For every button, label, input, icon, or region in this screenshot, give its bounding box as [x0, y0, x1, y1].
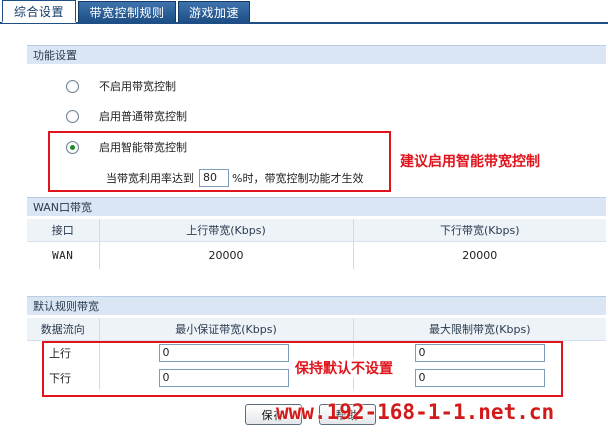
table-row: WAN 20000 20000	[27, 241, 606, 269]
col-direction: 数据流向	[27, 318, 100, 341]
site-watermark: www.192-168-1-1.net.cn	[276, 400, 555, 424]
option-label: 启用普通带宽控制	[99, 110, 187, 123]
tab-general-settings[interactable]: 综合设置	[2, 0, 76, 23]
option-disable-bandwidth-control[interactable]: 不启用带宽控制	[66, 78, 176, 94]
radio-normal[interactable]	[66, 109, 79, 123]
function-settings-header: 功能设置	[27, 45, 606, 64]
default-rules-header: 默认规则带宽	[27, 296, 606, 315]
tab-bar-underline	[0, 22, 608, 24]
option-normal-bandwidth-control[interactable]: 启用普通带宽控制	[66, 108, 187, 124]
radio-disable[interactable]	[66, 79, 79, 93]
col-max-bandwidth: 最大限制带宽(Kbps)	[353, 318, 606, 341]
annotation-box-smart	[48, 131, 391, 192]
annotation-default-note: 保持默认不设置	[294, 358, 394, 378]
annotation-smart-note: 建议启用智能带宽控制	[400, 154, 540, 170]
col-downstream: 下行带宽(Kbps)	[353, 219, 606, 242]
default-rules-title: 默认规则带宽	[33, 300, 99, 313]
option-label: 不启用带宽控制	[99, 80, 176, 93]
col-interface: 接口	[27, 219, 100, 242]
table-header-row: 接口 上行带宽(Kbps) 下行带宽(Kbps)	[27, 219, 606, 242]
wan-bandwidth-table: 接口 上行带宽(Kbps) 下行带宽(Kbps) WAN 20000 20000	[27, 219, 606, 269]
cell-interface: WAN	[27, 241, 100, 269]
function-settings-title: 功能设置	[33, 49, 77, 62]
wan-bandwidth-header: WAN口带宽	[27, 197, 606, 216]
cell-downstream: 20000	[353, 241, 606, 269]
col-upstream: 上行带宽(Kbps)	[99, 219, 354, 242]
tab-bandwidth-rules[interactable]: 带宽控制规则	[78, 1, 176, 22]
tab-game-acceleration[interactable]: 游戏加速	[178, 1, 250, 22]
cell-upstream: 20000	[99, 241, 354, 269]
col-min-bandwidth: 最小保证带宽(Kbps)	[99, 318, 354, 341]
wan-bandwidth-title: WAN口带宽	[33, 201, 93, 214]
tab-bar: 综合设置 带宽控制规则 游戏加速	[0, 0, 608, 24]
table-header-row: 数据流向 最小保证带宽(Kbps) 最大限制带宽(Kbps)	[27, 318, 606, 341]
